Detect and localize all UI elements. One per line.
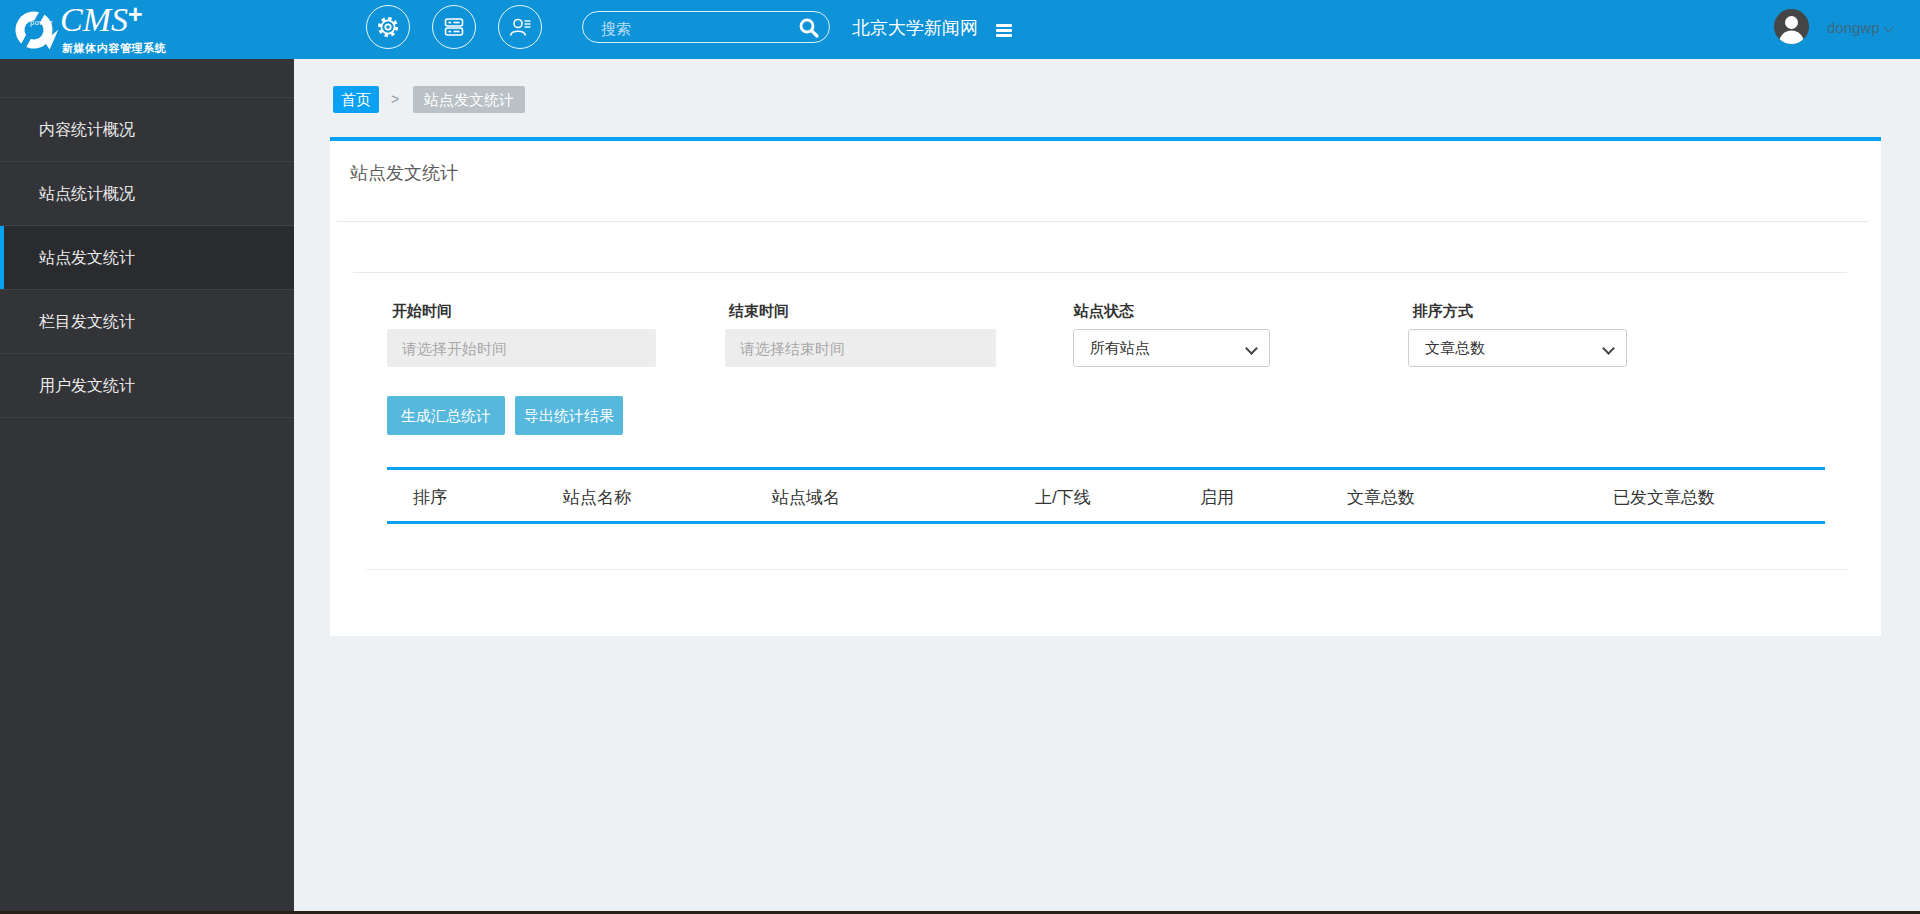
search-box <box>582 11 830 43</box>
chevron-down-icon <box>1602 342 1615 355</box>
topbar: power CMS+ 新媒体内容管理系统 <box>0 0 1920 59</box>
sidebar-item-user-post-stats[interactable]: 用户发文统计 <box>0 354 294 418</box>
sidebar-item-label: 内容统计概况 <box>39 121 135 138</box>
person-icon <box>1774 9 1809 44</box>
sort-mode-label: 排序方式 <box>1413 302 1473 321</box>
column-header-sort: 排序 <box>413 486 447 509</box>
sidebar-item-label: 用户发文统计 <box>39 377 135 394</box>
page-title: 站点发文统计 <box>350 161 458 185</box>
column-header-site-domain: 站点域名 <box>772 486 840 509</box>
current-site-name: 北京大学新闻网 <box>852 0 978 59</box>
divider <box>365 569 1847 570</box>
column-header-published-total: 已发文章总数 <box>1613 486 1715 509</box>
logo-subtitle: 新媒体内容管理系统 <box>62 41 166 56</box>
search-input[interactable] <box>599 14 793 42</box>
panel-card: 站点发文统计 开始时间 结束时间 站点状态 排序方式 所有站点 文章总数 生成汇… <box>330 137 1881 636</box>
breadcrumb-separator: > <box>391 86 399 113</box>
username[interactable]: dongwp <box>1827 0 1880 59</box>
sidebar-item-site-stats[interactable]: 站点统计概况 <box>0 162 294 226</box>
logo-plus: + <box>128 0 143 28</box>
end-time-input[interactable] <box>725 329 996 367</box>
column-header-article-total: 文章总数 <box>1347 486 1415 509</box>
avatar[interactable] <box>1774 9 1809 44</box>
end-time-label: 结束时间 <box>729 302 789 321</box>
table-top-border <box>387 467 1825 470</box>
divider <box>353 272 1847 273</box>
sidebar-item-label: 站点发文统计 <box>39 249 135 266</box>
sidebar-item-content-stats[interactable]: 内容统计概况 <box>0 98 294 162</box>
settings-button[interactable] <box>366 5 410 49</box>
breadcrumb-home[interactable]: 首页 <box>333 86 379 113</box>
generate-summary-button[interactable]: 生成汇总统计 <box>387 396 505 435</box>
sidebar-item-column-post-stats[interactable]: 栏目发文统计 <box>0 290 294 354</box>
logo-brand: CMS+ <box>60 0 143 39</box>
gear-icon <box>376 15 400 39</box>
users-button[interactable] <box>498 5 542 49</box>
chevron-down-icon <box>1245 342 1258 355</box>
sidebar-item-site-post-stats[interactable]: 站点发文统计 <box>0 226 294 290</box>
site-status-select[interactable]: 所有站点 <box>1073 329 1270 367</box>
site-status-label: 站点状态 <box>1074 302 1134 321</box>
divider <box>337 221 1869 222</box>
sidebar-menu: 内容统计概况 站点统计概况 站点发文统计 栏目发文统计 用户发文统计 <box>0 97 294 418</box>
app-root: power CMS+ 新媒体内容管理系统 <box>0 0 1920 914</box>
column-header-online: 上/下线 <box>1035 486 1091 509</box>
user-list-icon <box>507 15 533 39</box>
server-list-icon <box>442 15 466 39</box>
sites-button[interactable] <box>432 5 476 49</box>
burger-bar <box>996 29 1012 32</box>
sort-mode-value: 文章总数 <box>1425 339 1485 356</box>
sidebar-item-label: 栏目发文统计 <box>39 313 135 330</box>
search-icon[interactable] <box>797 16 821 40</box>
chevron-down-icon[interactable] <box>1884 23 1894 33</box>
sort-mode-select[interactable]: 文章总数 <box>1408 329 1627 367</box>
column-header-enabled: 启用 <box>1200 486 1234 509</box>
sidebar-item-label: 站点统计概况 <box>39 185 135 202</box>
logo-g-icon <box>8 7 60 53</box>
burger-bar <box>996 34 1012 37</box>
burger-bar <box>996 24 1012 27</box>
column-header-site-name: 站点名称 <box>563 486 631 509</box>
start-time-label: 开始时间 <box>392 302 452 321</box>
sidebar: 内容统计概况 站点统计概况 站点发文统计 栏目发文统计 用户发文统计 <box>0 59 294 914</box>
site-status-value: 所有站点 <box>1090 339 1150 356</box>
export-results-button[interactable]: 导出统计结果 <box>515 396 623 435</box>
logo-power-text: power <box>30 18 53 27</box>
breadcrumb-current: 站点发文统计 <box>413 86 525 113</box>
table-header-bottom-border <box>387 521 1825 524</box>
start-time-input[interactable] <box>387 329 656 367</box>
site-menu-button[interactable] <box>996 24 1012 39</box>
